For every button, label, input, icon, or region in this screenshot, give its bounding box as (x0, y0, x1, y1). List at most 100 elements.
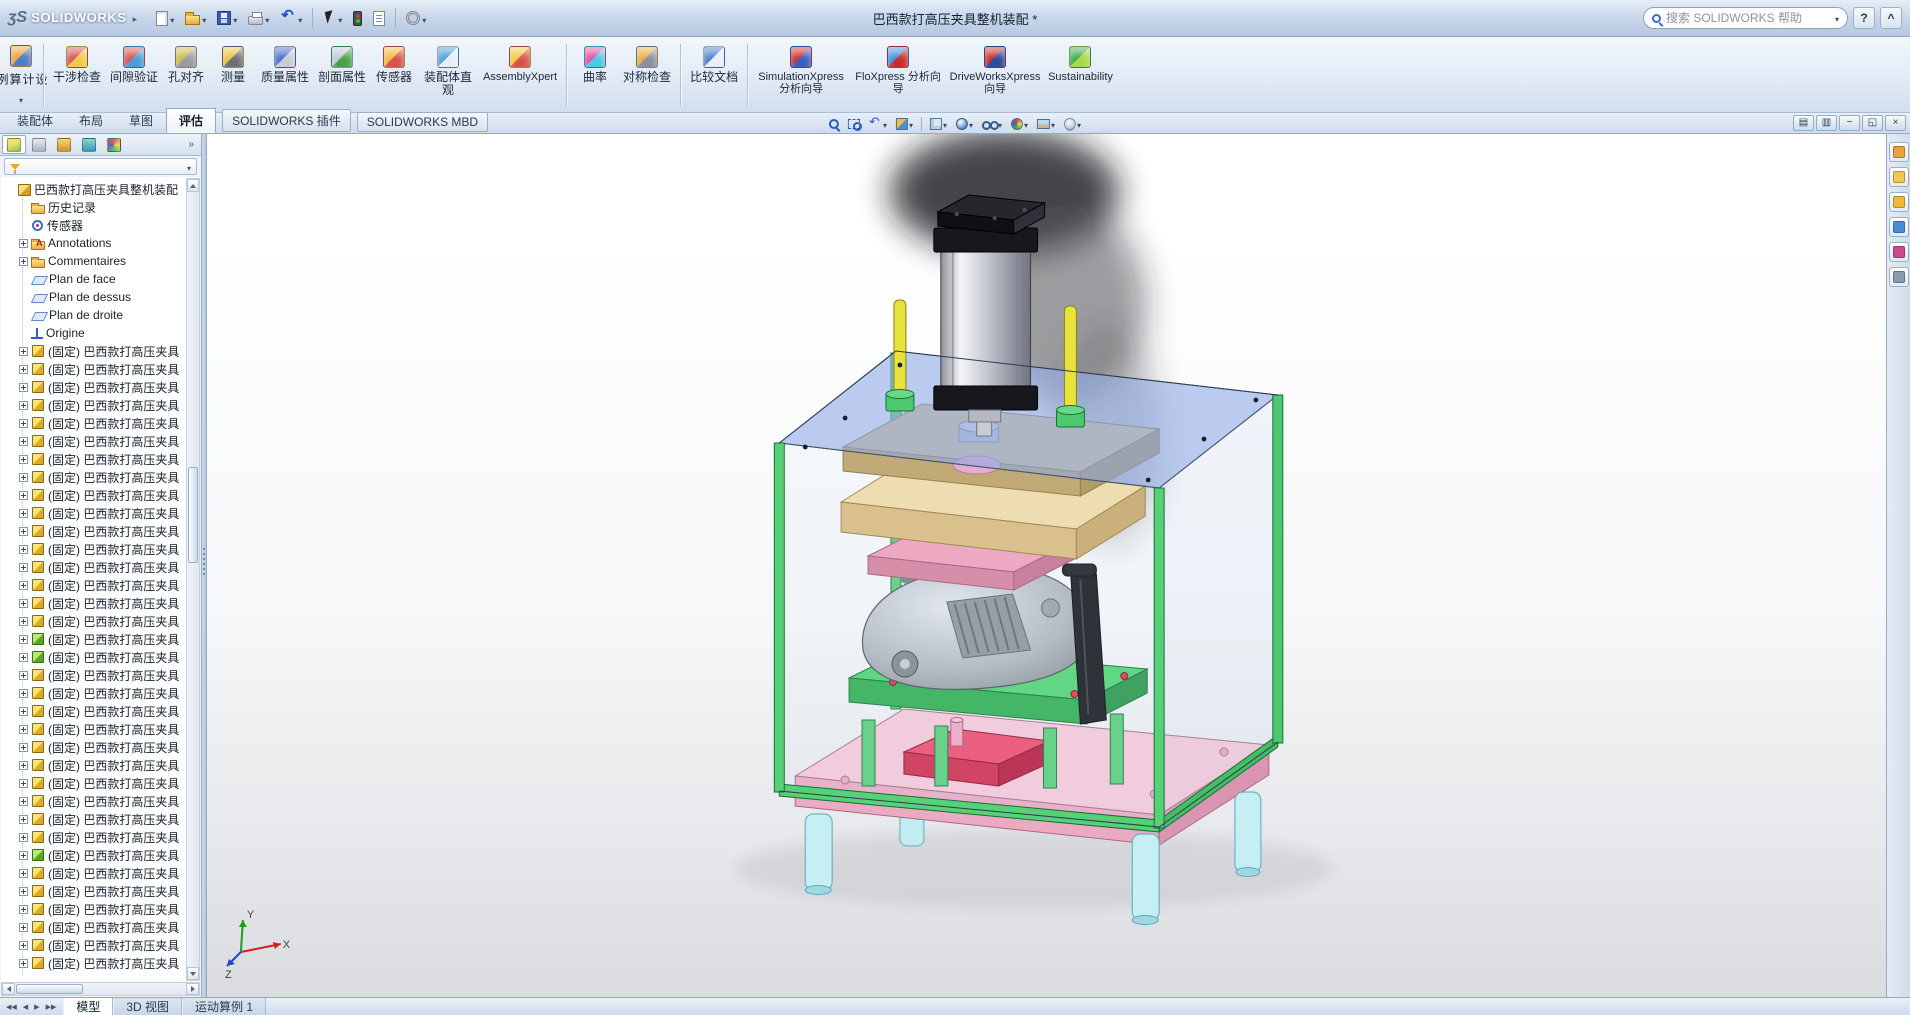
close-window-button[interactable]: × (1885, 115, 1906, 131)
hole-alignment-button[interactable]: 孔对齐 (163, 41, 209, 109)
tree-item-fixed-component[interactable]: (固定) 巴西款打高压夹具 (4, 828, 184, 846)
tree-item-fixed-component[interactable]: (固定) 巴西款打高压夹具 (4, 900, 184, 918)
expand-icon[interactable] (19, 581, 28, 590)
section-properties-button[interactable]: 剖面属性 (314, 41, 370, 109)
tree-item-fixed-component[interactable]: (固定) 巴西款打高压夹具 (4, 504, 184, 522)
tree-item-fixed-component[interactable]: (固定) 巴西款打高压夹具 (4, 486, 184, 504)
expand-icon[interactable] (19, 887, 28, 896)
expand-icon[interactable] (19, 383, 28, 392)
view-palette-button[interactable] (1889, 217, 1909, 237)
collapse-ribbon-button[interactable]: ^ (1880, 7, 1902, 29)
expand-icon[interactable] (19, 905, 28, 914)
expand-icon[interactable] (19, 257, 28, 266)
tree-horizontal-scrollbar[interactable] (1, 982, 200, 996)
display-style-button[interactable] (952, 114, 977, 133)
expand-icon[interactable] (19, 365, 28, 374)
tab-evaluate[interactable]: 评估 (166, 108, 216, 133)
select-tool-button[interactable] (318, 5, 347, 32)
sensors-button[interactable]: 传感器 (371, 41, 417, 109)
floxpress-wizard-button[interactable]: FloXpress 分析向导 (850, 41, 946, 109)
tree-item-fixed-component[interactable]: (固定) 巴西款打高压夹具 (4, 720, 184, 738)
tree-item-fixed-component[interactable]: (固定) 巴西款打高压夹具 (4, 342, 184, 360)
scrollbar-thumb[interactable] (16, 984, 83, 994)
scroll-left-button[interactable] (2, 983, 15, 995)
study-nav-button[interactable]: ◀ (20, 998, 31, 1015)
expand-icon[interactable] (19, 491, 28, 500)
expand-icon[interactable] (19, 401, 28, 410)
expand-icon[interactable] (19, 527, 28, 536)
custom-properties-button[interactable] (1889, 267, 1909, 287)
tree-item-fixed-component[interactable]: (固定) 巴西款打高压夹具 (4, 936, 184, 954)
expand-icon[interactable] (19, 509, 28, 518)
tree-item-fixed-component[interactable]: (固定) 巴西款打高压夹具 (4, 756, 184, 774)
graphics-area[interactable]: X Y Z (207, 134, 1886, 997)
tree-item-fixed-component[interactable]: (固定) 巴西款打高压夹具 (4, 702, 184, 720)
tree-item-fixed-component[interactable]: (固定) 巴西款打高压夹具 (4, 414, 184, 432)
cascade-windows-button[interactable]: ▤ (1793, 115, 1814, 131)
sustainability-button[interactable]: Sustainability (1044, 41, 1117, 109)
solidworks-resources-button[interactable] (1889, 142, 1909, 162)
design-library-button[interactable] (1889, 167, 1909, 187)
study-nav-button[interactable]: ◀◀ (3, 998, 20, 1015)
tree-item-fixed-component[interactable]: (固定) 巴西款打高压夹具 (4, 792, 184, 810)
tab-motion-study[interactable]: 运动算例 1 (182, 998, 266, 1015)
expand-icon[interactable] (19, 779, 28, 788)
expand-icon[interactable] (19, 239, 28, 248)
expand-icon[interactable] (19, 347, 28, 356)
tree-item-fixed-component[interactable]: (固定) 巴西款打高压夹具 (4, 954, 184, 972)
expand-icon[interactable] (19, 851, 28, 860)
tab-sketch[interactable]: 草图 (116, 108, 166, 133)
undo-button[interactable] (275, 5, 307, 32)
tree-item-top-plane[interactable]: Plan de dessus (4, 288, 184, 306)
tree-item-origin[interactable]: Origine (4, 324, 184, 342)
tree-item-fixed-component[interactable]: (固定) 巴西款打高压夹具 (4, 360, 184, 378)
tree-item-fixed-component[interactable]: (固定) 巴西款打高压夹具 (4, 396, 184, 414)
study-nav-button[interactable]: ▶ (31, 998, 42, 1015)
zoom-to-fit-button[interactable] (825, 114, 843, 133)
tree-item-fixed-component[interactable]: (固定) 巴西款打高压夹具 (4, 648, 184, 666)
symmetry-check-button[interactable]: 对称检查 (619, 41, 675, 109)
tree-item-fixed-component[interactable]: (固定) 巴西款打高压夹具 (4, 576, 184, 594)
tree-item-assembly-root[interactable]: 巴西款打高压夹具整机装配 (4, 180, 184, 198)
expand-icon[interactable] (19, 455, 28, 464)
scroll-right-button[interactable] (186, 983, 199, 995)
file-explorer-button[interactable] (1889, 192, 1909, 212)
help-search-box[interactable] (1643, 7, 1848, 29)
scroll-up-button[interactable] (187, 179, 199, 192)
tree-item-fixed-component[interactable]: (固定) 巴西款打高压夹具 (4, 450, 184, 468)
tree-item-fixed-component[interactable]: (固定) 巴西款打高压夹具 (4, 774, 184, 792)
tree-item-sensors-folder[interactable]: 传感器 (4, 216, 184, 234)
expand-icon[interactable] (19, 959, 28, 968)
solidworks-logo[interactable]: ʒS SOLIDWORKS ▸ (8, 9, 137, 27)
tree-item-fixed-component[interactable]: (固定) 巴西款打高压夹具 (4, 684, 184, 702)
tree-item-fixed-component[interactable]: (固定) 巴西款打高压夹具 (4, 468, 184, 486)
apply-scene-button[interactable] (1033, 114, 1059, 133)
restore-window-button[interactable]: ◱ (1862, 115, 1883, 131)
expand-icon[interactable] (19, 671, 28, 680)
tree-item-fixed-component[interactable]: (固定) 巴西款打高压夹具 (4, 558, 184, 576)
expand-icon[interactable] (19, 473, 28, 482)
appearances-scenes-button[interactable] (1889, 242, 1909, 262)
expand-icon[interactable] (19, 563, 28, 572)
tab-assembly[interactable]: 装配体 (4, 108, 66, 133)
tree-item-fixed-component[interactable]: (固定) 巴西款打高压夹具 (4, 594, 184, 612)
tile-windows-button[interactable]: ▥ (1816, 115, 1837, 131)
expand-icon[interactable] (19, 599, 28, 608)
configurationmanager-tab[interactable] (52, 135, 76, 154)
file-properties-button[interactable] (368, 5, 390, 32)
assembly-xpert-button[interactable]: AssemblyXpert (479, 41, 561, 109)
tree-item-fixed-component[interactable]: (固定) 巴西款打高压夹具 (4, 540, 184, 558)
hide-show-items-button[interactable] (978, 114, 1006, 133)
interference-check-button[interactable]: 干涉检查 (49, 41, 105, 109)
assembly-visualization-button[interactable]: 装配体直观 (418, 41, 478, 109)
view-settings-button[interactable] (1060, 114, 1085, 133)
search-input[interactable] (1666, 11, 1830, 25)
new-document-button[interactable] (151, 5, 179, 32)
tree-item-fixed-component[interactable]: (固定) 巴西款打高压夹具 (4, 666, 184, 684)
scrollbar-thumb[interactable] (188, 467, 198, 563)
tree-item-fixed-component[interactable]: (固定) 巴西款打高压夹具 (4, 612, 184, 630)
dimxpertmanager-tab[interactable] (77, 135, 101, 154)
featuremanager-tab[interactable] (2, 135, 26, 154)
tree-item-fixed-component[interactable]: (固定) 巴西款打高压夹具 (4, 810, 184, 828)
minimize-window-button[interactable]: − (1839, 115, 1860, 131)
